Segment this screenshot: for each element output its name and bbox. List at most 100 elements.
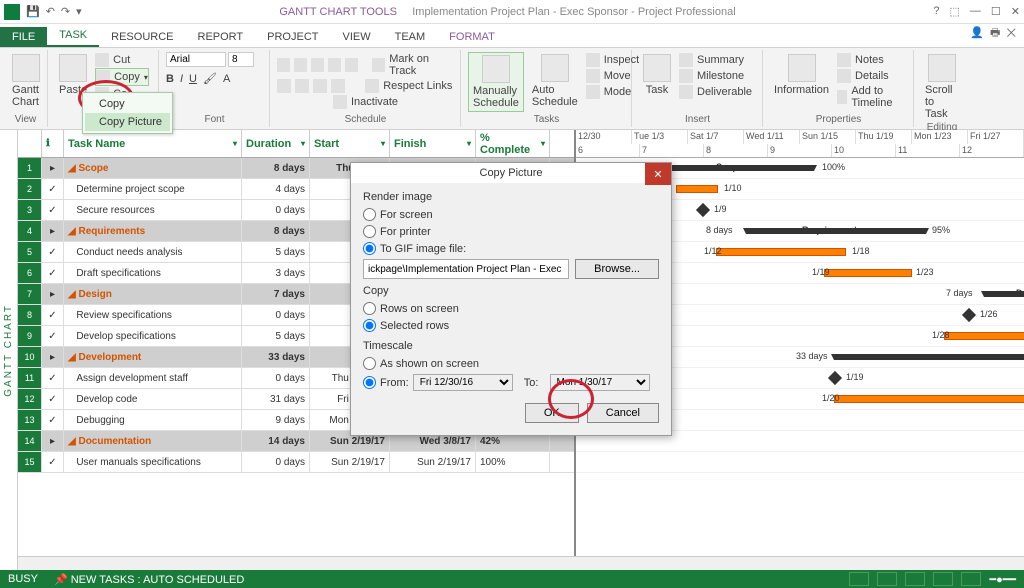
radio-selected-rows[interactable]: Selected rows — [363, 317, 659, 334]
col-duration[interactable]: Duration▾ — [242, 130, 310, 157]
font-color-button[interactable]: 🖌 — [203, 72, 217, 85]
tab-report[interactable]: REPORT — [186, 27, 256, 47]
summary-bar-dev[interactable] — [834, 354, 1024, 360]
ok-button[interactable]: OK — [525, 403, 579, 423]
add-timeline-button[interactable]: Add to Timeline — [837, 84, 907, 110]
view-resource-icon[interactable] — [933, 572, 953, 586]
font-select[interactable] — [166, 52, 226, 67]
menu-copy[interactable]: Copy — [85, 95, 170, 113]
font-size-select[interactable] — [228, 52, 254, 67]
tab-resource[interactable]: RESOURCE — [99, 27, 185, 47]
browse-button[interactable]: Browse... — [575, 259, 659, 279]
summary-bar-req[interactable] — [746, 228, 926, 234]
help-icon[interactable]: ? — [933, 5, 939, 18]
milestone[interactable] — [696, 203, 710, 217]
col-finish[interactable]: Finish▾ — [390, 130, 476, 157]
tab-file[interactable]: FILE — [0, 27, 47, 47]
italic-button[interactable]: I — [180, 73, 183, 85]
dialog-title: Copy Picture — [480, 167, 543, 179]
col-pct[interactable]: % Complete▾ — [476, 130, 550, 157]
milestone[interactable] — [962, 308, 976, 322]
scroll-to-task-button[interactable]: Scroll to Task — [921, 52, 963, 122]
check-icon — [372, 58, 385, 72]
mode-button[interactable]: Mode — [586, 84, 639, 100]
auto-schedule-button[interactable]: Auto Schedule — [528, 52, 582, 112]
table-row[interactable]: 15✓ User manuals specifications0 daysSun… — [18, 452, 574, 473]
inspect-button[interactable]: Inspect — [586, 52, 639, 68]
window-close-icon[interactable]: ✕ — [1006, 27, 1016, 39]
tab-team[interactable]: TEAM — [383, 27, 438, 47]
tab-format[interactable]: FORMAT — [437, 27, 507, 47]
fill-color-button[interactable]: A — [223, 73, 230, 85]
task-bar[interactable] — [676, 185, 718, 193]
task-bar[interactable] — [716, 248, 846, 256]
task-bar[interactable] — [824, 269, 912, 277]
link-icon — [365, 79, 379, 93]
manually-schedule-button[interactable]: Manually Schedule — [468, 52, 524, 112]
gantt-chart-button[interactable]: Gantt Chart — [10, 52, 41, 110]
save-icon[interactable]: 💾 — [26, 5, 40, 18]
inactivate-button[interactable]: Inactivate — [351, 96, 398, 108]
close-icon[interactable]: ✕ — [1011, 5, 1020, 18]
tab-task[interactable]: TASK — [47, 25, 99, 47]
deliverable-button[interactable]: Deliverable — [679, 84, 752, 100]
summary-button[interactable]: Summary — [679, 52, 752, 68]
underline-button[interactable]: U — [189, 73, 197, 85]
ribbon-collapse-icon[interactable]: ⬚ — [950, 5, 960, 18]
cancel-button[interactable]: Cancel — [587, 403, 659, 423]
copy-picture-dialog: Copy Picture✕ Render image For screen Fo… — [350, 162, 672, 436]
respect-links-button[interactable]: Respect Links — [383, 80, 452, 92]
dialog-close-button[interactable]: ✕ — [645, 163, 671, 185]
copy-dropdown-menu: Copy Copy Picture — [82, 92, 173, 134]
radio-rows-on-screen[interactable]: Rows on screen — [363, 300, 659, 317]
notes-button[interactable]: Notes — [837, 52, 907, 68]
task-insert-button[interactable]: Task — [639, 52, 675, 100]
view-usage-icon[interactable] — [877, 572, 897, 586]
milestone[interactable] — [828, 371, 842, 385]
title-bar: 💾 ↶ ↷ ▾ GANTT CHART TOOLS Implementation… — [0, 0, 1024, 24]
radio-for-printer[interactable]: For printer — [363, 223, 659, 240]
cut-button[interactable]: Cut — [95, 52, 149, 68]
col-indicator[interactable] — [18, 130, 42, 157]
undo-icon[interactable]: ↶ — [46, 5, 55, 18]
gif-path-input[interactable] — [363, 259, 569, 279]
task-bar[interactable] — [834, 395, 1024, 403]
view-team-icon[interactable] — [905, 572, 925, 586]
radio-for-screen[interactable]: For screen — [363, 206, 659, 223]
radio-from[interactable]: From: Fri 12/30/16 To: Mon 1/30/17 — [363, 372, 659, 393]
col-start[interactable]: Start▾ — [310, 130, 390, 157]
milestone-button[interactable]: Milestone — [679, 68, 752, 84]
scissors-icon — [95, 53, 109, 67]
information-button[interactable]: Information — [770, 52, 833, 110]
bold-button[interactable]: B — [166, 73, 174, 85]
col-mode[interactable]: ℹ — [42, 130, 64, 157]
radio-as-shown[interactable]: As shown on screen — [363, 355, 659, 372]
account-icon[interactable]: 👤 — [970, 27, 984, 39]
minimize-icon[interactable]: — — [970, 5, 981, 18]
view-gantt-icon[interactable] — [849, 572, 869, 586]
app-icon — [4, 4, 20, 20]
zoom-slider[interactable]: ━●━━ — [989, 573, 1016, 586]
move-button[interactable]: Move — [586, 68, 639, 84]
from-date-select[interactable]: Fri 12/30/16 — [413, 374, 513, 391]
radio-to-gif[interactable]: To GIF image file: — [363, 240, 659, 257]
horizontal-scrollbar[interactable] — [18, 556, 1024, 570]
col-taskname[interactable]: Task Name▾ — [64, 130, 242, 157]
view-bar[interactable]: GANTT CHART — [0, 130, 18, 570]
print-icon[interactable]: 🖶 — [990, 27, 1000, 39]
mark-on-track-button[interactable]: Mark on Track — [389, 53, 454, 77]
details-button[interactable]: Details — [837, 68, 907, 84]
to-date-select[interactable]: Mon 1/30/17 — [550, 374, 650, 391]
copy-icon — [96, 70, 110, 84]
status-busy: BUSY — [8, 573, 38, 585]
menu-copy-picture[interactable]: Copy Picture — [85, 113, 170, 131]
redo-icon[interactable]: ↷ — [61, 5, 70, 18]
quick-access-toolbar[interactable]: 💾 ↶ ↷ ▾ — [26, 5, 82, 18]
view-report-icon[interactable] — [961, 572, 981, 586]
maximize-icon[interactable]: ☐ — [991, 5, 1001, 18]
tab-view[interactable]: VIEW — [330, 27, 382, 47]
tab-project[interactable]: PROJECT — [255, 27, 330, 47]
task-bar[interactable] — [944, 332, 1024, 340]
copy-button[interactable]: Copy▾ — [95, 68, 149, 86]
inactivate-icon — [333, 95, 347, 109]
